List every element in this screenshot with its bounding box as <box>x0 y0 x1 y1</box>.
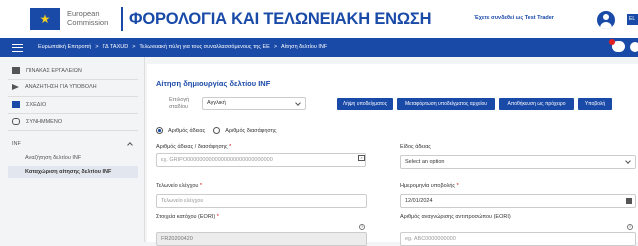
breadcrumb-separator: > <box>273 44 278 50</box>
sidebar-item-draft[interactable]: ΣΧΕΔΙΟ <box>12 101 46 108</box>
chevron-down-icon <box>625 158 631 164</box>
breadcrumb-item-current: Αίτηση δελτίου INF <box>281 44 328 50</box>
language-selector[interactable]: EL <box>627 14 638 25</box>
page-title: Αίτηση δημιουργίας δελτίου INF <box>156 79 271 88</box>
eu-flag-logo: ★ <box>30 8 60 30</box>
permit-type-select[interactable]: Select an option <box>400 155 636 169</box>
sidebar-item-attachment[interactable]: ΣΥΝΗΜΜΕΝΟ <box>12 118 62 125</box>
breadcrumb-item-portal[interactable]: Τελωνειακή πύλη για τους συναλλασσόμενου… <box>139 44 269 50</box>
paperclip-icon <box>12 118 20 125</box>
user-avatar-icon[interactable] <box>597 11 615 29</box>
send-icon <box>12 84 19 90</box>
representative-eori-label: Αριθμός αναγνώρισης αντιπροσώπου (EORI) <box>400 214 511 220</box>
radio-permit-number[interactable] <box>156 127 163 134</box>
main-panel: Αίτηση δημιουργίας δελτίου INF Επιλογή σ… <box>147 64 638 246</box>
calendar-icon[interactable] <box>626 198 632 204</box>
submission-date-input[interactable]: 12/01/2024 <box>400 194 636 208</box>
permit-type-label: Είδος άδειας <box>400 144 431 150</box>
notifications-icon[interactable] <box>609 39 625 52</box>
submit-button[interactable]: Υποβολή <box>578 98 612 110</box>
breadcrumb: Ευρωπαϊκή Επιτροπή > ΓΔ TAXUD > Τελωνεια… <box>38 44 327 50</box>
save-draft-button[interactable]: Αποθήκευση ως πρόχειρο <box>499 98 574 110</box>
header-divider <box>121 7 123 31</box>
help-icon[interactable]: ? <box>359 224 365 230</box>
dashboard-icon <box>12 67 20 74</box>
login-status: Έχετε συνδεθεί ως Test Trader <box>474 15 554 21</box>
eori-input: FR20200420 <box>156 232 367 246</box>
download-template-button[interactable]: Λήψη υποδείγματος <box>337 98 393 110</box>
upload-template-button[interactable]: Μεταφόρτωση υποδείγματος αρχείου <box>397 98 495 110</box>
sidebar-item-search[interactable]: ΑΝΑΖΗΤΗΣΗ ΓΙΑ ΥΠΟΒΟΛΗ <box>12 84 97 90</box>
sidebar-divider <box>8 96 138 97</box>
permit-number-label: Αριθμός άδειας / διασάφησης * <box>156 144 232 150</box>
sidebar-item-search-inf[interactable]: Αναζήτηση δελτίου INF <box>25 155 81 161</box>
chevron-down-icon <box>295 100 301 106</box>
customs-office-input[interactable]: Τελωνείο ελέγχου <box>156 194 367 208</box>
submission-date-label: Ημερομηνία υποβολής * <box>400 183 459 189</box>
eori-label: Στοιχεία κατόχου (EORI) * <box>156 214 219 220</box>
sidebar-divider <box>8 130 138 131</box>
menu-icon[interactable] <box>12 44 23 52</box>
radio-declaration-number[interactable] <box>213 127 221 134</box>
user-menu-icon[interactable] <box>630 42 638 52</box>
sidebar: ΠΙΝΑΚΑΣ ΕΡΓΑΛΕΙΩΝ ΑΝΑΖΗΤΗΣΗ ΓΙΑ ΥΠΟΒΟΛΗ … <box>0 57 145 242</box>
breadcrumb-item-taxud[interactable]: ΓΔ TAXUD <box>103 44 129 50</box>
help-icon[interactable]: ? <box>627 224 633 230</box>
representative-eori-input[interactable]: eg. ABC0000000000 <box>400 232 636 246</box>
breadcrumb-bar: Ευρωπαϊκή Επιτροπή > ΓΔ TAXUD > Τελωνεια… <box>0 38 638 57</box>
clear-icon[interactable]: × <box>358 155 365 161</box>
identifier-type-radio-group: Αριθμός άδειας Αριθμός διασάφησης <box>156 127 277 134</box>
site-title: ΦΟΡΟΛΟΓΙΑ ΚΑΙ ΤΕΛΩΝΕΙΑΚΗ ΕΝΩΣΗ <box>129 10 432 28</box>
stage-select[interactable]: Αγγλική <box>202 97 306 110</box>
draft-icon <box>12 101 20 108</box>
breadcrumb-item-commission[interactable]: Ευρωπαϊκή Επιτροπή <box>38 44 91 50</box>
breadcrumb-separator: > <box>95 44 99 50</box>
notification-badge <box>609 39 615 45</box>
stage-label: Επιλογή σταδίου <box>169 97 190 110</box>
chevron-up-icon[interactable] <box>127 142 133 148</box>
sidebar-divider <box>8 79 138 80</box>
sidebar-item-register-inf[interactable]: Καταχώριση αίτησης δελτίου INF <box>25 169 111 175</box>
site-header: ★ European Commission ΦΟΡΟΛΟΓΙΑ ΚΑΙ ΤΕΛΩ… <box>0 0 638 38</box>
permit-number-input[interactable]: εχ. GRIPO0000000000000000000000000000 <box>156 153 366 167</box>
customs-office-label: Τελωνείο ελέγχου * <box>156 183 203 189</box>
breadcrumb-separator: > <box>132 44 136 50</box>
sidebar-divider <box>8 113 138 114</box>
sidebar-section-inf[interactable]: INF <box>12 141 21 147</box>
sidebar-item-dashboard[interactable]: ΠΙΝΑΚΑΣ ΕΡΓΑΛΕΙΩΝ <box>12 67 82 74</box>
commission-name: European Commission <box>67 9 109 27</box>
